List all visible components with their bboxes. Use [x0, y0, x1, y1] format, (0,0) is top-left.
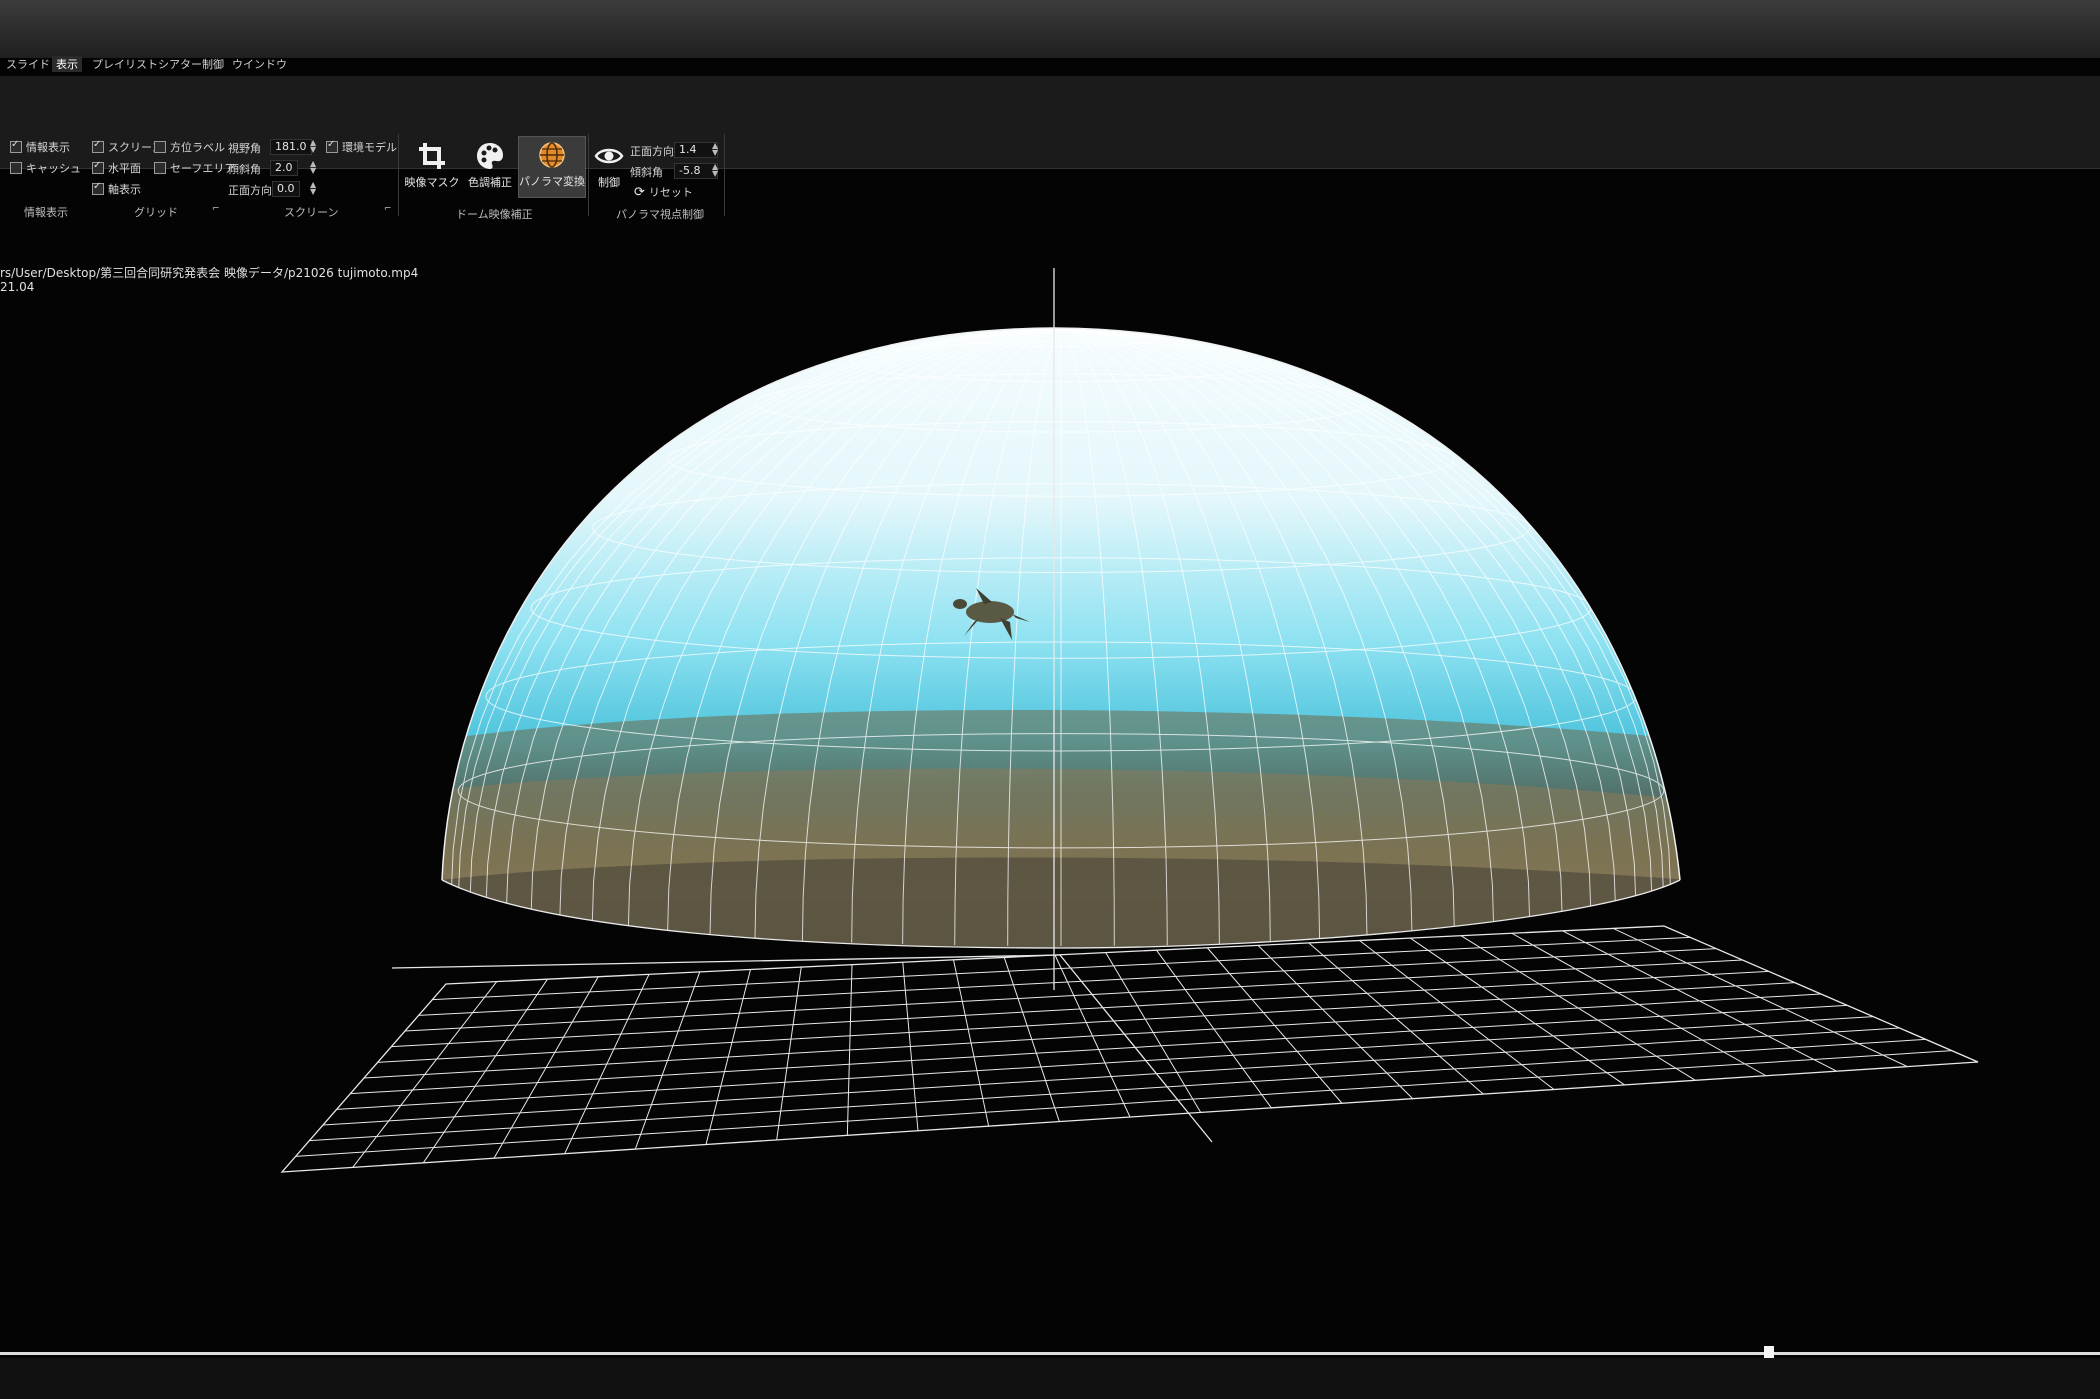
playback-seekbar[interactable]	[0, 1352, 2100, 1355]
floor-grid-line	[322, 1027, 1900, 1126]
floor-grid-line	[350, 1004, 1848, 1095]
floor-grid-line	[404, 959, 1743, 1032]
monitor-bottom-bezel	[0, 1358, 2100, 1399]
floor-grid-line	[418, 948, 1717, 1016]
floor-grid	[280, 925, 1979, 1173]
dome-viewport[interactable]	[0, 0, 2100, 1399]
floor-grid-line	[295, 1050, 1952, 1157]
dome-surface	[442, 328, 1680, 948]
floor-grid-lines	[295, 927, 1952, 1168]
floor-grid-line	[309, 1038, 1926, 1142]
